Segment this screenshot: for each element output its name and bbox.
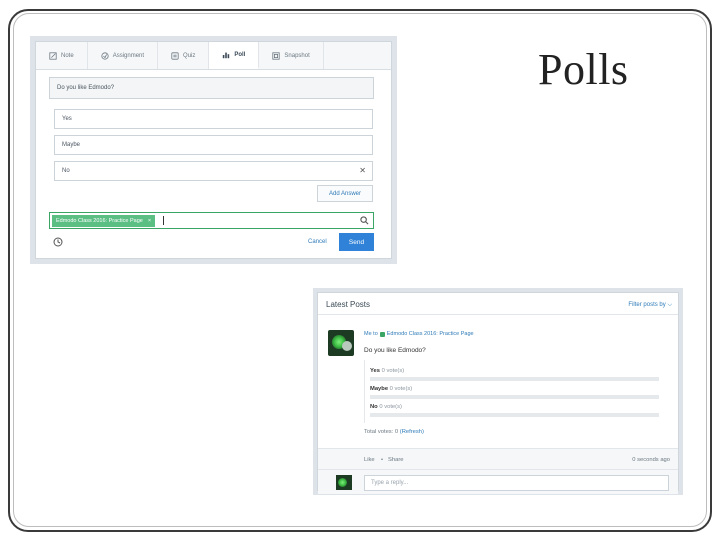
poll-option-bar — [370, 377, 659, 381]
recipient-chip-label: Edmodo Class 2016: Practice Page — [56, 217, 143, 224]
refresh-link[interactable]: (Refresh) — [400, 429, 424, 435]
tab-quiz-label: Quiz — [183, 52, 196, 59]
recipient-remove-icon[interactable]: × — [148, 218, 151, 224]
poll-option: No 0 vote(s) — [370, 404, 402, 410]
total-votes: Total votes: 0 (Refresh) — [364, 429, 424, 435]
tab-assignment-label: Assignment — [112, 52, 145, 59]
poll-option-votes: 0 vote(s) — [379, 404, 402, 410]
composer-card: Note Assignment Quiz Poll Snapshot Do yo… — [35, 41, 392, 259]
poll-answer-field[interactable]: Maybe — [54, 135, 373, 155]
tab-assignment[interactable]: Assignment — [88, 42, 159, 69]
recipients-input[interactable]: Edmodo Class 2016: Practice Page × — [49, 212, 374, 229]
poll-option-bar — [370, 413, 659, 417]
poll-option-votes: 0 vote(s) — [389, 386, 413, 392]
group-icon — [379, 331, 385, 337]
poll-option-bar — [370, 395, 659, 399]
note-icon — [49, 51, 57, 60]
tab-snapshot[interactable]: Snapshot — [259, 42, 324, 69]
post-timestamp: 0 seconds ago — [632, 457, 670, 463]
answer-text: Maybe — [62, 142, 81, 148]
chevron-down-icon: ⌵ — [667, 302, 672, 308]
like-button[interactable]: Like — [364, 457, 375, 463]
total-votes-label: Total votes: 0 — [364, 429, 399, 435]
poll-question-input[interactable]: Do you like Edmodo? — [49, 77, 374, 99]
remove-answer-icon[interactable]: ✕ — [359, 166, 366, 175]
poll-option: Yes 0 vote(s) — [370, 368, 404, 374]
tab-note[interactable]: Note — [36, 42, 88, 69]
filter-posts-dropdown[interactable]: Filter posts by ⌵ — [628, 302, 672, 309]
tab-poll[interactable]: Poll — [209, 42, 260, 69]
slide-title: Polls — [538, 45, 629, 94]
avatar[interactable] — [328, 330, 354, 356]
posts-header: Latest Posts Filter posts by ⌵ — [318, 293, 678, 315]
snapshot-icon — [272, 51, 281, 60]
post-author[interactable]: Me to — [364, 331, 378, 337]
poll-icon — [223, 52, 230, 58]
tab-poll-label: Poll — [234, 51, 246, 58]
send-button[interactable]: Send — [339, 233, 374, 251]
poll-option-label: Maybe — [370, 386, 389, 392]
post-meta: Me to Edmodo Class 2016: Practice Page — [364, 331, 474, 337]
share-button[interactable]: Share — [388, 457, 403, 463]
posts-title: Latest Posts — [326, 300, 371, 309]
poll-answer-field[interactable]: Yes — [54, 109, 373, 129]
posts-card: Latest Posts Filter posts by ⌵ Me to Edm… — [317, 292, 679, 494]
answer-text: Yes — [62, 116, 72, 122]
cancel-button[interactable]: Cancel — [308, 239, 327, 245]
search-icon[interactable] — [360, 216, 369, 225]
post-type-tabs: Note Assignment Quiz Poll Snapshot — [36, 42, 391, 70]
poll-option-votes: 0 vote(s) — [381, 368, 405, 374]
text-caret — [163, 216, 165, 225]
add-answer-button[interactable]: Add Answer — [317, 185, 373, 202]
recipient-chip: Edmodo Class 2016: Practice Page × — [52, 214, 156, 227]
reply-input[interactable]: Type a reply... — [364, 475, 669, 491]
schedule-clock-icon[interactable] — [53, 237, 63, 247]
poll-option-label: Yes — [370, 368, 380, 374]
reply-row: Type a reply... — [318, 470, 678, 494]
poll-option-label: No — [370, 404, 378, 410]
poll-answer-field[interactable]: No ✕ — [54, 161, 373, 181]
dot-separator: • — [381, 457, 384, 463]
assignment-icon — [101, 51, 109, 60]
filter-label: Filter posts by — [628, 302, 666, 308]
answer-text: No — [62, 168, 70, 174]
tab-snapshot-label: Snapshot — [284, 52, 310, 59]
tab-quiz[interactable]: Quiz — [158, 42, 210, 69]
post-question: Do you like Edmodo? — [364, 347, 426, 354]
post-actions: Like • Share 0 seconds ago — [318, 448, 678, 470]
latest-posts-screenshot: Latest Posts Filter posts by ⌵ Me to Edm… — [313, 288, 683, 495]
quiz-icon — [171, 51, 179, 60]
poll-results: Yes 0 vote(s) Maybe 0 vote(s) No 0 vote(… — [364, 360, 661, 423]
poll-option: Maybe 0 vote(s) — [370, 386, 412, 392]
post-group-link[interactable]: Edmodo Class 2016: Practice Page — [387, 331, 474, 337]
avatar — [336, 475, 352, 490]
tab-note-label: Note — [61, 52, 74, 59]
poll-composer-screenshot: Note Assignment Quiz Poll Snapshot Do yo… — [30, 36, 397, 264]
